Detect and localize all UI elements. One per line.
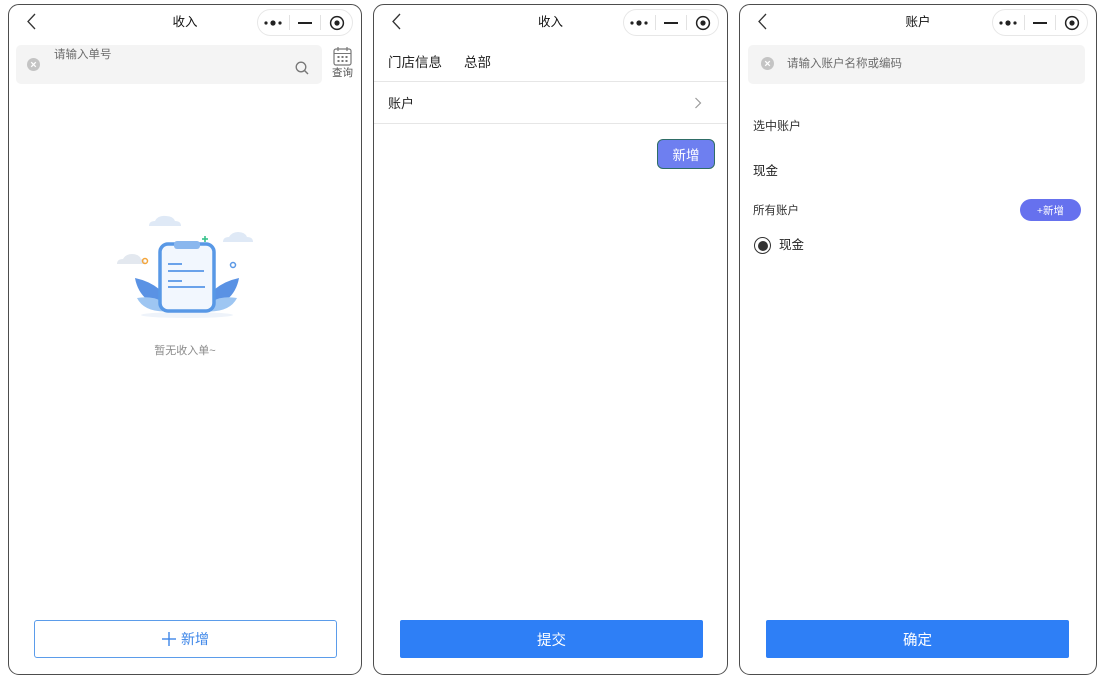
- add-entry-button[interactable]: 新增: [657, 139, 715, 169]
- minimize-button[interactable]: [1025, 10, 1056, 35]
- empty-state-text: 暂无收入单~: [154, 345, 216, 357]
- income-form-screen: 收入 门店信息 总部 账户 新增 提交: [373, 4, 728, 675]
- confirm-button[interactable]: 确定: [766, 620, 1069, 658]
- close-target-icon: [329, 15, 344, 30]
- chevron-right-icon: [695, 97, 702, 109]
- account-search-input[interactable]: [787, 55, 1067, 73]
- selected-account-value: 现金: [753, 164, 779, 178]
- nav-bar: 收入: [9, 5, 361, 43]
- minimize-icon: [664, 21, 678, 24]
- green-plus-sparkle: [202, 236, 208, 242]
- minimize-icon: [1033, 21, 1047, 24]
- more-button[interactable]: [993, 10, 1024, 35]
- nav-bar: 账户: [740, 5, 1096, 43]
- account-radio-cash[interactable]: [754, 237, 771, 254]
- add-account-button[interactable]: +新增: [1020, 199, 1081, 221]
- mini-program-capsule: [623, 9, 719, 36]
- add-income-button[interactable]: 新增: [34, 620, 337, 658]
- more-dots-icon: [264, 19, 282, 26]
- cloud-left: [117, 254, 145, 264]
- more-button[interactable]: [624, 10, 655, 35]
- more-dots-icon: [630, 19, 648, 26]
- cloud-top: [149, 215, 181, 226]
- account-select-row[interactable]: 账户: [374, 82, 727, 124]
- submit-button[interactable]: 提交: [400, 620, 703, 658]
- search-icon[interactable]: [295, 61, 309, 75]
- orange-dot: [141, 257, 149, 265]
- calendar-icon: [333, 47, 352, 66]
- minimize-button[interactable]: [656, 10, 687, 35]
- close-button[interactable]: [687, 10, 718, 35]
- all-accounts-heading: 所有账户: [753, 205, 799, 217]
- more-dots-icon: [999, 19, 1017, 26]
- query-label: 查询: [332, 67, 353, 79]
- clear-icon[interactable]: [761, 57, 774, 70]
- back-chevron-icon[interactable]: [391, 13, 401, 30]
- close-target-icon: [695, 15, 710, 30]
- clipboard-board: [158, 242, 216, 313]
- minimize-icon: [298, 21, 312, 24]
- selected-account-heading: 选中账户: [753, 119, 802, 133]
- cloud-right: [223, 232, 253, 242]
- minimize-button[interactable]: [290, 10, 321, 35]
- ground-shadow: [141, 312, 233, 318]
- add-income-label: 新增: [181, 631, 209, 647]
- account-picker-screen: 账户 选中账户 现金 所有账户 +新增 现金 确定: [739, 4, 1097, 675]
- store-info-label: 门店信息: [388, 55, 442, 70]
- clipboard-group: [158, 241, 216, 313]
- store-info-value: 总部: [464, 55, 491, 70]
- plus-icon: [162, 632, 176, 646]
- close-button[interactable]: [1056, 10, 1087, 35]
- date-query-button[interactable]: 查询: [329, 46, 356, 86]
- close-target-icon: [1064, 15, 1079, 30]
- order-number-search-input[interactable]: [54, 46, 284, 64]
- store-info-row: 门店信息 总部: [374, 41, 727, 82]
- account-option-label[interactable]: 现金: [779, 237, 804, 253]
- back-chevron-icon[interactable]: [26, 13, 36, 30]
- blue-dot: [229, 261, 237, 269]
- nav-bar: 收入: [374, 5, 727, 43]
- page-title: 账户: [905, 15, 931, 29]
- page-title: 收入: [172, 15, 198, 29]
- clear-icon[interactable]: [27, 58, 40, 71]
- account-search-bar: [748, 45, 1085, 84]
- close-button[interactable]: [321, 10, 352, 35]
- radio-checked-icon: [757, 240, 768, 251]
- account-row-label: 账户: [388, 96, 415, 111]
- page-title: 收入: [537, 15, 563, 29]
- more-button[interactable]: [258, 10, 289, 35]
- mini-program-capsule: [257, 9, 353, 36]
- empty-state-illustration: [117, 215, 253, 318]
- order-search-bar: [16, 45, 322, 84]
- back-chevron-icon[interactable]: [757, 13, 767, 30]
- mini-program-capsule: [992, 9, 1088, 36]
- income-list-screen: 收入 查询: [8, 4, 362, 675]
- clipboard-clip: [174, 241, 200, 249]
